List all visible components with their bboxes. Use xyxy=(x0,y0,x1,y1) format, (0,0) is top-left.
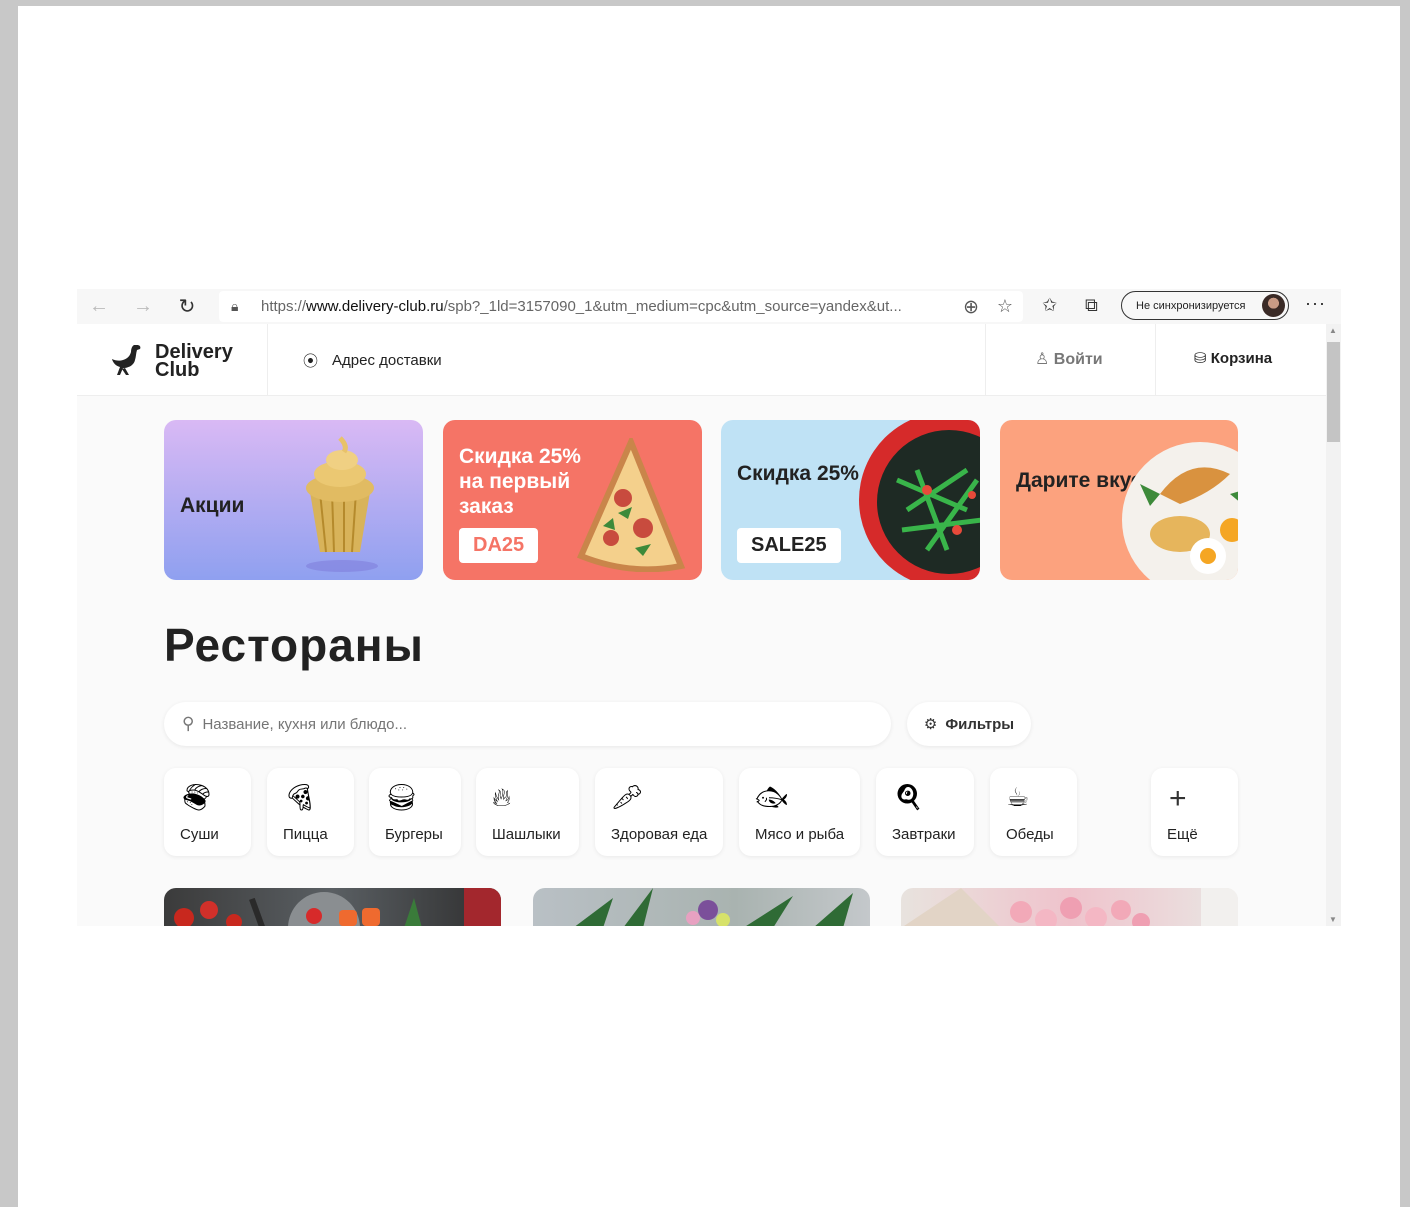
carrot-icon: 🥕︎ xyxy=(611,782,645,812)
site-header: Delivery Club ⦿ Адрес доставки ♙ Войти ⛁… xyxy=(77,324,1326,396)
location-pin-icon: ⦿ xyxy=(303,353,319,370)
address-bar[interactable]: 🔒︎ https://www.delivery-club.ru/spb?_1ld… xyxy=(219,291,1023,322)
promo-code: DA25 xyxy=(459,528,539,563)
category-label: Суши xyxy=(180,826,219,843)
restaurant-card[interactable] xyxy=(164,888,501,926)
promo-banner-first-order[interactable]: Скидка 25% на первый заказ DA25 xyxy=(443,420,702,580)
restaurant-image xyxy=(904,888,1238,926)
category-label: Завтраки xyxy=(892,826,956,843)
category-label: Ещё xyxy=(1167,826,1198,843)
restaurant-image xyxy=(174,888,501,926)
category-pizza[interactable]: 🍕︎ Пицца xyxy=(267,768,354,856)
promo-banner-actions[interactable]: Акции xyxy=(164,420,423,580)
divider xyxy=(1155,324,1156,396)
address-label: Адрес доставки xyxy=(332,352,442,369)
burger-icon: 🍔︎ xyxy=(385,782,419,812)
breakfast-plate-image xyxy=(1122,442,1238,580)
search-bar[interactable]: ⚲ xyxy=(164,702,891,746)
sushi-icon: 🍣︎ xyxy=(180,782,214,812)
restaurant-card[interactable] xyxy=(533,888,870,926)
category-more[interactable]: + Ещё xyxy=(1151,768,1238,856)
login-label: Войти xyxy=(1053,351,1103,368)
filters-label: Фильтры xyxy=(945,715,1015,733)
pizza-icon: 🍕︎ xyxy=(283,782,317,812)
user-icon: ♙ xyxy=(1035,351,1050,368)
delivery-address-button[interactable]: ⦿ Адрес доставки xyxy=(303,350,442,371)
add-favorite-icon[interactable]: ☆ xyxy=(997,296,1013,317)
category-label: Обеды xyxy=(1006,826,1054,843)
category-label: Здоровая еда xyxy=(611,826,708,843)
fish-meat-icon: 🐟︎ xyxy=(755,782,789,812)
favorites-icon[interactable]: ✩ xyxy=(1042,295,1057,316)
category-burgers[interactable]: 🍔︎ Бургеры xyxy=(369,768,461,856)
add-icon[interactable]: ⊕ xyxy=(963,296,979,319)
page-title: Рестораны xyxy=(164,619,424,671)
url-path: /spb?_1ld=3157090_1&utm_medium=cpc&utm_s… xyxy=(443,298,902,315)
category-lunch[interactable]: ☕︎ Обеды xyxy=(990,768,1077,856)
url-prefix: https:// xyxy=(261,298,307,315)
pizza-image xyxy=(577,438,686,572)
scrollbar-thumb[interactable] xyxy=(1327,342,1340,442)
scroll-up-icon[interactable]: ▲ xyxy=(1329,326,1337,335)
browser-toolbar: ← → ↻ 🔒︎ https://www.delivery-club.ru/sp… xyxy=(77,289,1341,324)
arrow-right-icon: → xyxy=(133,295,153,317)
reload-icon: ↻ xyxy=(178,296,196,318)
category-label: Шашлыки xyxy=(492,826,561,843)
avatar xyxy=(1262,294,1285,317)
sync-label: Не синхронизируется xyxy=(1136,299,1246,312)
url-domain: www.delivery-club.ru xyxy=(306,298,444,315)
category-sushi[interactable]: 🍣︎ Суши xyxy=(164,768,251,856)
search-icon: ⚲ xyxy=(182,714,195,733)
forward-button[interactable]: → xyxy=(121,289,165,324)
sliders-icon: ⚙ xyxy=(923,716,938,733)
more-icon[interactable]: ··· xyxy=(1305,293,1326,314)
cart-icon: ⛁ xyxy=(1194,350,1207,367)
reload-button[interactable]: ↻ xyxy=(165,289,209,324)
category-healthy[interactable]: 🥕︎ Здоровая еда xyxy=(595,768,723,856)
category-label: Мясо и рыба xyxy=(755,826,845,843)
restaurant-card[interactable] xyxy=(901,888,1238,926)
cupcake-image xyxy=(306,436,378,572)
lock-icon: 🔒︎ xyxy=(231,298,239,314)
banner-text: Акции xyxy=(180,494,245,517)
category-label: Пицца xyxy=(283,826,328,843)
arrow-left-icon: ← xyxy=(89,295,109,317)
cart-button[interactable]: ⛁ Корзина xyxy=(1194,349,1272,367)
logo-line2: Club xyxy=(155,359,200,381)
category-label: Бургеры xyxy=(385,826,443,843)
cart-label: Корзина xyxy=(1210,350,1273,367)
grill-icon: 🔥︎ xyxy=(492,782,512,812)
login-button[interactable]: ♙ Войти xyxy=(1035,349,1103,369)
logo[interactable]: Delivery Club xyxy=(107,341,233,381)
category-breakfast[interactable]: 🍳︎ Завтраки xyxy=(876,768,974,856)
pan-image xyxy=(859,420,980,580)
search-input[interactable] xyxy=(202,715,803,733)
divider xyxy=(985,324,986,396)
promo-code: SALE25 xyxy=(737,528,841,563)
browser-window: ← → ↻ 🔒︎ https://www.delivery-club.ru/sp… xyxy=(77,289,1341,926)
main-content: Акции Скидка 25% на первый заказ DA25 Ск… xyxy=(77,396,1326,926)
egg-icon: 🍳︎ xyxy=(892,782,926,812)
filters-button[interactable]: ⚙ Фильтры xyxy=(907,702,1031,746)
scrollbar[interactable]: ▲ ▼ xyxy=(1326,324,1341,926)
ostrich-icon xyxy=(112,345,141,375)
restaurant-image xyxy=(575,888,853,926)
back-button[interactable]: ← xyxy=(77,289,121,324)
scroll-down-icon[interactable]: ▼ xyxy=(1329,915,1337,924)
profile-sync-button[interactable]: Не синхронизируется xyxy=(1121,291,1289,320)
divider xyxy=(267,324,268,396)
promo-banner-code[interactable]: Скидка 25% по коду SALE25 xyxy=(721,420,980,580)
category-meat-fish[interactable]: 🐟︎ Мясо и рыба xyxy=(739,768,860,856)
collections-icon[interactable]: ⧉ xyxy=(1085,295,1098,316)
lunch-icon: ☕︎ xyxy=(1006,782,1030,812)
plus-icon: + xyxy=(1169,782,1187,815)
category-shashlik[interactable]: 🔥︎ Шашлыки xyxy=(476,768,579,856)
promo-banner-gift[interactable]: Дарите вкусное xyxy=(1000,420,1238,580)
